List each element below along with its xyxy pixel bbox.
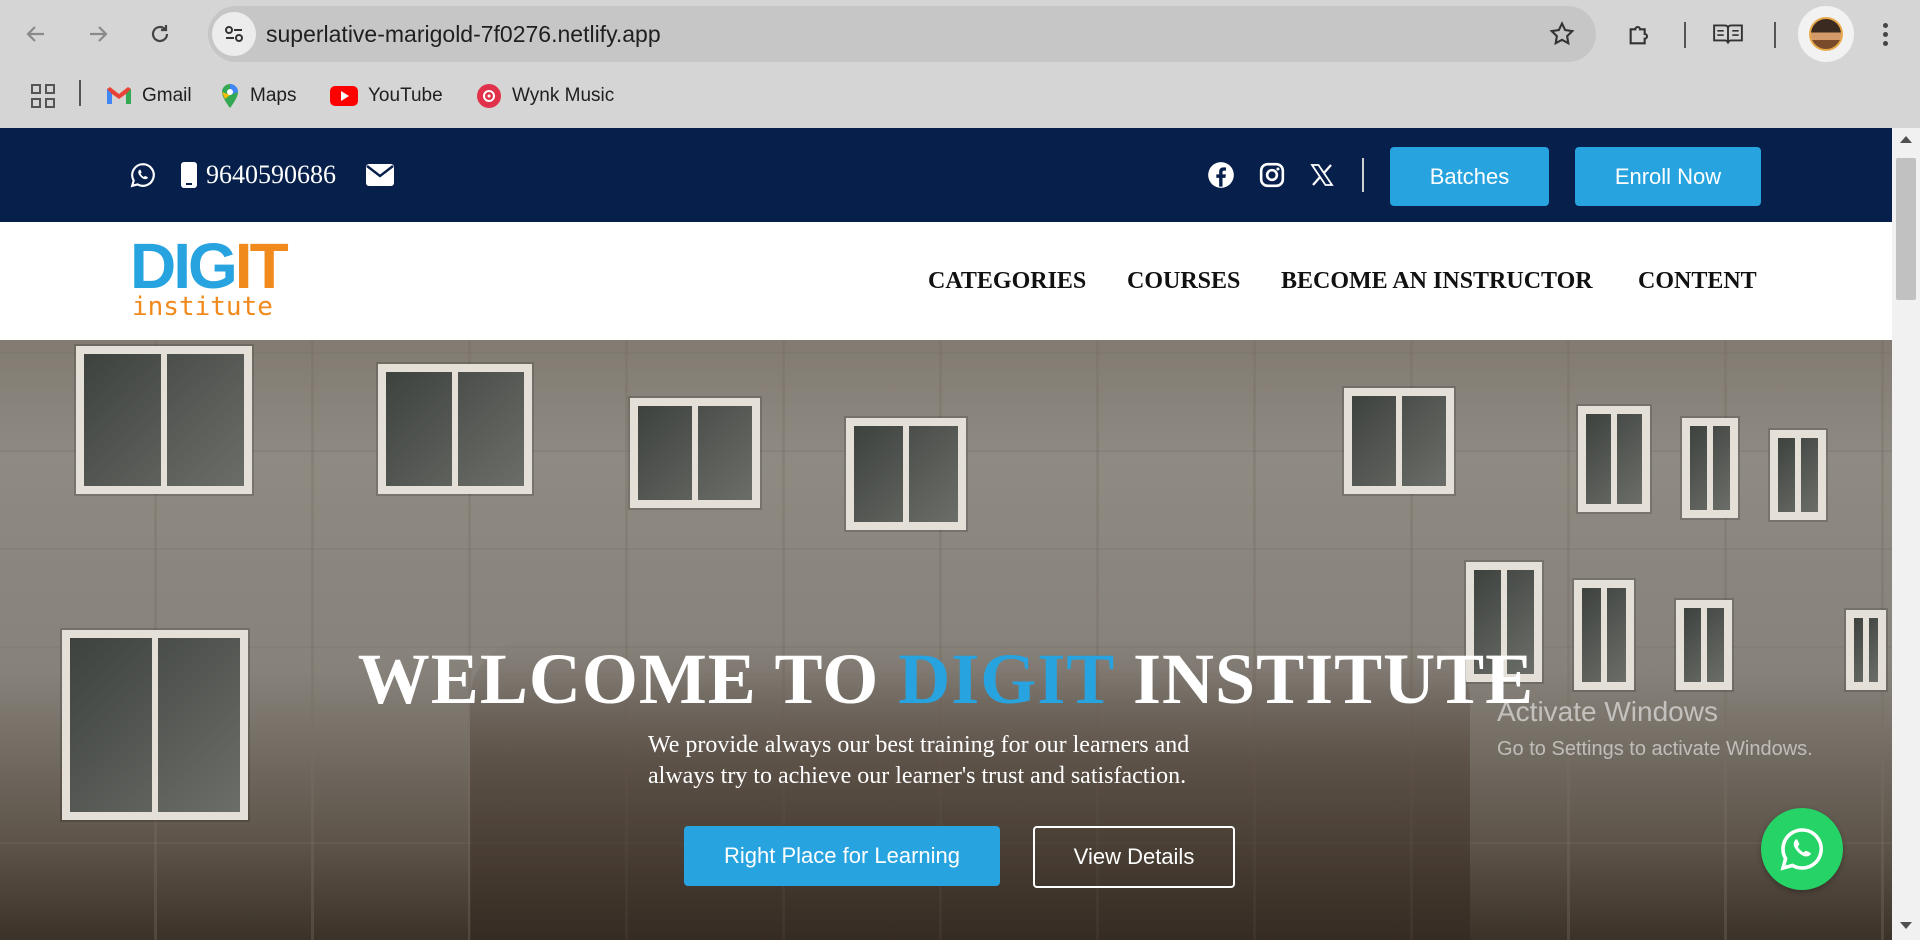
bg-window [378, 364, 532, 494]
bg-window [846, 418, 966, 530]
nav-categories[interactable]: CATEGORIES [928, 222, 1086, 340]
url-text[interactable]: superlative-marigold-7f0276.netlify.app [266, 6, 661, 62]
bg-window [1770, 430, 1826, 520]
facebook-link[interactable] [1207, 128, 1235, 222]
reading-list-icon[interactable] [1708, 14, 1748, 54]
bookmark-youtube[interactable]: YouTube [330, 74, 443, 118]
hero-subtitle: We provide always our best training for … [648, 732, 1190, 789]
bookmark-label: YouTube [368, 85, 443, 106]
profile-avatar[interactable] [1798, 6, 1854, 62]
site-settings-icon[interactable] [212, 12, 256, 56]
view-details-button[interactable]: View Details [1033, 826, 1235, 888]
bookmark-maps[interactable]: Maps [220, 74, 296, 118]
toolbar-divider [1774, 22, 1776, 48]
nav-become-instructor[interactable]: BECOME AN INSTRUCTOR [1281, 222, 1593, 340]
website-viewport: 9640590686 Batches Enroll Now DIGIT inst… [0, 128, 1892, 940]
gmail-icon [107, 87, 131, 104]
logo-subtitle: institute [132, 292, 273, 322]
browser-toolbar: superlative-marigold-7f0276.netlify.app [0, 0, 1920, 68]
browser-chrome: superlative-marigold-7f0276.netlify.app … [0, 0, 1920, 128]
x-twitter-icon [1310, 164, 1334, 186]
email-contact[interactable] [366, 128, 394, 222]
site-header: DIGIT institute CATEGORIES COURSES BECOM… [0, 222, 1892, 340]
extensions-icon[interactable] [1620, 14, 1660, 54]
bookmark-label: Maps [250, 85, 297, 106]
address-bar[interactable]: superlative-marigold-7f0276.netlify.app [208, 6, 1596, 62]
mobile-phone-icon [181, 162, 197, 188]
whatsapp-chat-button[interactable] [1761, 808, 1843, 890]
scroll-down-arrow-icon[interactable] [1900, 922, 1912, 929]
phone-contact[interactable]: 9640590686 [180, 128, 336, 222]
youtube-icon [330, 86, 358, 106]
bg-window [630, 398, 760, 508]
scrollbar-thumb[interactable] [1896, 158, 1916, 300]
activate-windows-title: Activate Windows [1497, 696, 1718, 727]
phone-number: 9640590686 [206, 160, 336, 189]
bg-window [1578, 406, 1650, 512]
envelope-icon [366, 164, 394, 186]
bookmark-label: Wynk Music [512, 85, 615, 106]
browser-menu-icon[interactable] [1870, 14, 1900, 54]
logo-wordmark: DIGIT [130, 230, 289, 302]
whatsapp-contact[interactable] [130, 128, 156, 222]
page-scrollbar[interactable] [1892, 128, 1920, 940]
bookmark-wynk[interactable]: Wynk Music [476, 74, 614, 118]
bg-window [1682, 418, 1738, 518]
toolbar-divider [1684, 22, 1686, 48]
bookmark-star-icon[interactable] [1548, 20, 1576, 53]
contact-topbar: 9640590686 Batches Enroll Now [0, 128, 1892, 222]
forward-button[interactable] [78, 14, 118, 54]
wynk-icon [477, 84, 501, 108]
nav-courses[interactable]: COURSES [1127, 222, 1240, 340]
arrow-left-icon [26, 26, 44, 42]
instagram-icon [1259, 162, 1285, 188]
activate-windows-subtitle: Go to Settings to activate Windows. [1497, 738, 1813, 760]
bookmark-gmail[interactable]: Gmail [106, 74, 192, 118]
digit-logo[interactable]: DIGIT institute [130, 230, 300, 322]
bookmark-label: Gmail [142, 85, 192, 106]
whatsapp-icon [1780, 828, 1823, 871]
back-button[interactable] [16, 14, 56, 54]
bg-window [1344, 388, 1454, 494]
hero-section: WELCOME TO DIGIT INSTITUTE We provide al… [0, 340, 1892, 940]
apps-icon[interactable] [30, 74, 56, 118]
reload-button[interactable] [140, 14, 180, 54]
x-twitter-link[interactable] [1310, 128, 1334, 222]
batches-button[interactable]: Batches [1390, 147, 1549, 206]
reload-icon [151, 25, 169, 43]
nav-content[interactable]: CONTENT [1638, 222, 1757, 340]
bookmarks-divider [79, 80, 81, 106]
scroll-up-arrow-icon[interactable] [1900, 136, 1912, 143]
maps-icon [222, 84, 238, 108]
enroll-now-button[interactable]: Enroll Now [1575, 147, 1761, 206]
instagram-link[interactable] [1259, 128, 1285, 222]
right-place-learning-button[interactable]: Right Place for Learning [684, 826, 1000, 886]
whatsapp-icon [130, 163, 155, 188]
arrow-right-icon [90, 26, 108, 42]
bg-window [76, 346, 252, 494]
topbar-divider [1362, 158, 1364, 192]
bookmarks-bar: Gmail Maps YouTube Wynk Music [0, 74, 1920, 118]
facebook-icon [1208, 162, 1234, 188]
